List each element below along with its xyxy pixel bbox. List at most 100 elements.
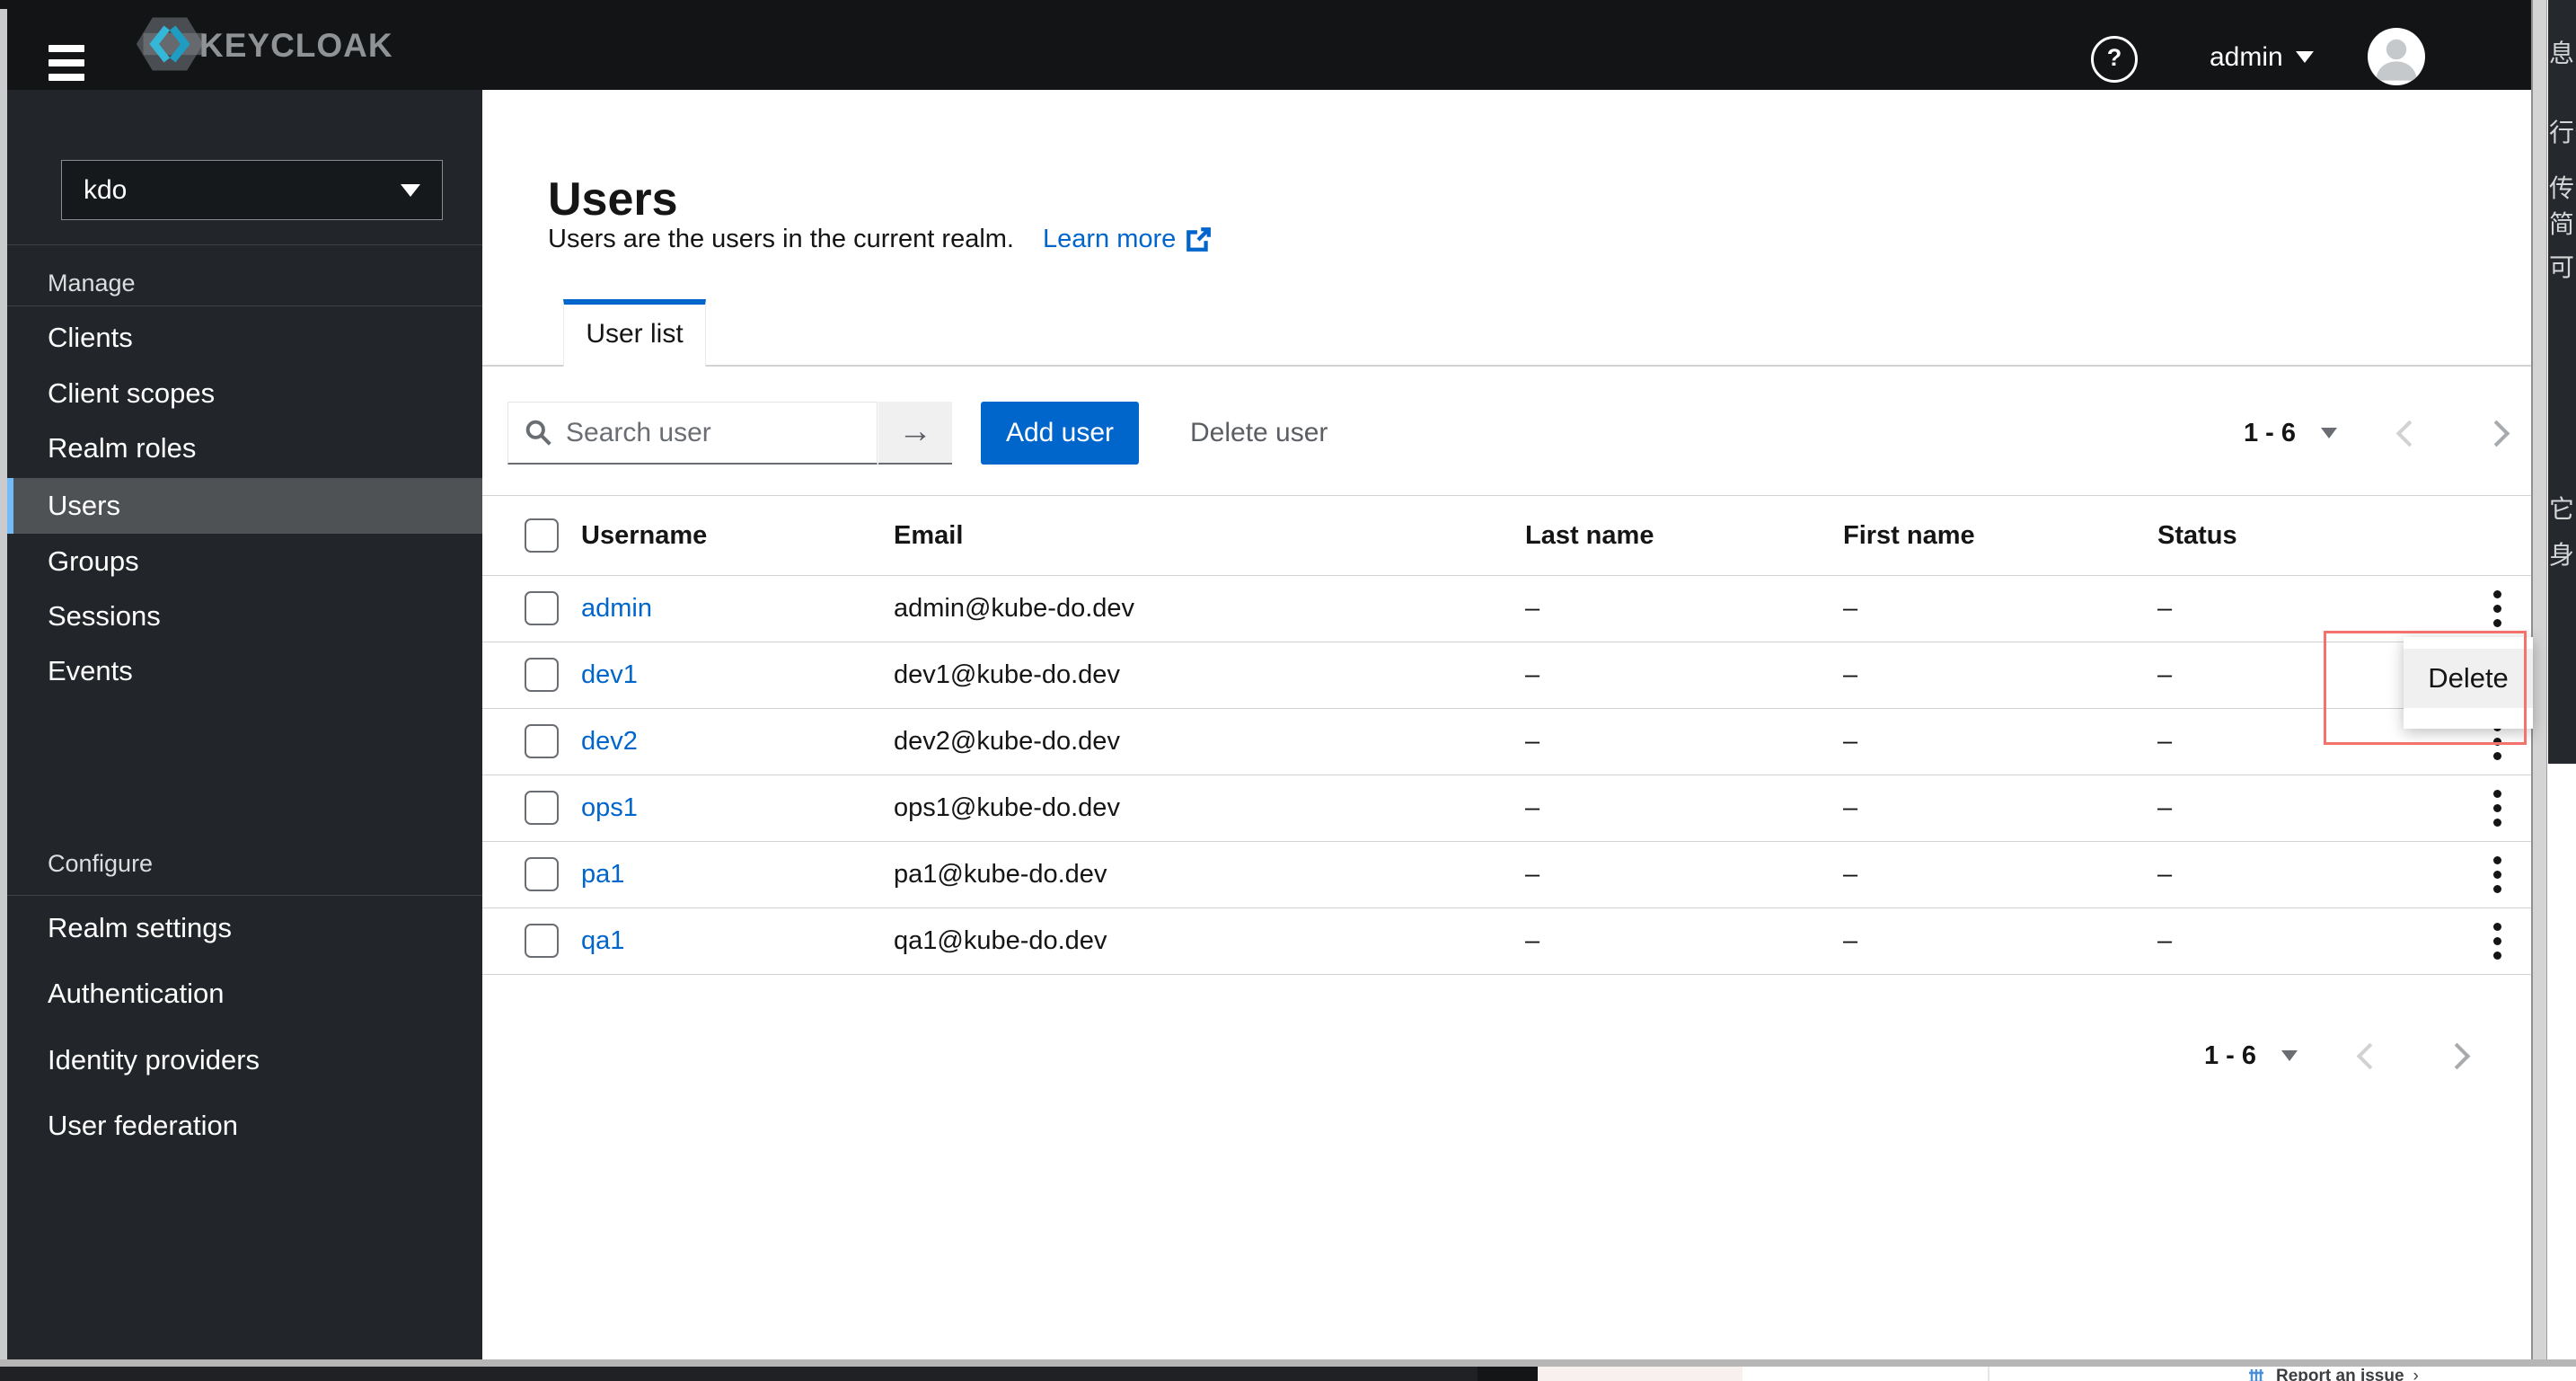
report-an-issue[interactable]: Report an issue › bbox=[2245, 1367, 2419, 1381]
cell-first_name: – bbox=[1843, 727, 1858, 756]
cell-last_name: – bbox=[1525, 594, 1540, 623]
masthead: KEYCLOAK ? admin bbox=[0, 0, 2531, 90]
cell-last_name: – bbox=[1525, 926, 1540, 955]
pagination-bottom: 1 - 6 bbox=[2204, 1024, 2471, 1087]
window-bottom-edge bbox=[0, 1359, 2576, 1367]
pagination-top: 1 - 6 bbox=[2244, 402, 2510, 465]
sidebar-item-authentication[interactable]: Authentication bbox=[7, 966, 482, 1022]
cell-status: – bbox=[2157, 860, 2173, 889]
cell-status: – bbox=[2157, 727, 2173, 756]
sidebar-divider bbox=[7, 305, 482, 306]
keycloak-logo-icon bbox=[135, 15, 205, 77]
search-icon bbox=[525, 420, 551, 446]
row-checkbox[interactable] bbox=[525, 857, 559, 891]
cell-last_name: – bbox=[1525, 793, 1540, 822]
pagination-range[interactable]: 1 - 6 bbox=[2244, 419, 2296, 448]
background-text-line: 的身 bbox=[2548, 541, 2574, 569]
sidebar-item-realm-settings[interactable]: Realm settings bbox=[7, 900, 482, 956]
nav-section-manage: Manage bbox=[48, 270, 136, 297]
pagination-caret-icon[interactable] bbox=[2321, 428, 2337, 438]
username-link[interactable]: qa1 bbox=[581, 908, 624, 974]
current-user-label[interactable]: admin bbox=[2210, 42, 2283, 73]
vertical-scrollbar[interactable] bbox=[2531, 0, 2547, 1359]
taskbar-divider bbox=[1988, 1367, 1989, 1381]
background-text-line: 中简 bbox=[2548, 210, 2574, 238]
row-checkbox[interactable] bbox=[525, 591, 559, 625]
avatar[interactable] bbox=[2368, 28, 2425, 85]
sidebar-item-events[interactable]: Events bbox=[7, 643, 482, 699]
next-page-icon[interactable] bbox=[2483, 420, 2510, 447]
cell-status: – bbox=[2157, 594, 2173, 623]
username-link[interactable]: pa1 bbox=[581, 842, 624, 907]
username-link[interactable]: ops1 bbox=[581, 775, 638, 841]
page-subtitle: Users are the users in the current realm… bbox=[548, 225, 1014, 253]
realm-selector[interactable]: kdo bbox=[61, 160, 443, 220]
users-table: Username Email Last name First name Status a… bbox=[482, 495, 2531, 975]
pagination-range[interactable]: 1 - 6 bbox=[2204, 1041, 2256, 1071]
row-checkbox[interactable] bbox=[525, 724, 559, 758]
bottom-strip: Report an issue › bbox=[0, 1367, 2576, 1381]
keycloak-logo: KEYCLOAK bbox=[135, 17, 393, 72]
delete-user-button[interactable]: Delete user bbox=[1190, 402, 1328, 465]
select-all-checkbox[interactable] bbox=[525, 518, 559, 553]
column-header-first-name: First name bbox=[1843, 521, 1975, 550]
page-title: Users bbox=[548, 173, 678, 226]
cell-last_name: – bbox=[1525, 660, 1540, 689]
help-icon[interactable]: ? bbox=[2091, 36, 2138, 83]
previous-page-icon[interactable] bbox=[2356, 1042, 2384, 1069]
tab-user-list[interactable]: User list bbox=[563, 299, 706, 367]
table-header-row: Username Email Last name First name Status bbox=[482, 495, 2531, 576]
search-submit-button[interactable]: → bbox=[878, 402, 952, 465]
table-row-qa1: qa1 qa1@kube-do.dev – – – bbox=[482, 908, 2531, 975]
taskbar-segment bbox=[0, 1367, 1478, 1381]
main-content: Users Users are the users in the current… bbox=[482, 90, 2533, 1359]
window-left-edge bbox=[0, 9, 7, 1359]
sidebar-item-user-federation[interactable]: User federation bbox=[7, 1098, 482, 1154]
report-issue-chevron-icon: › bbox=[2413, 1367, 2419, 1381]
user-menu-caret-icon[interactable] bbox=[2296, 51, 2314, 63]
sidebar-item-sessions[interactable]: Sessions bbox=[7, 589, 482, 644]
sidebar-item-client-scopes[interactable]: Client scopes bbox=[7, 366, 482, 421]
kebab-menu-icon[interactable] bbox=[2482, 775, 2512, 841]
cell-email: qa1@kube-do.dev bbox=[894, 926, 1107, 955]
realm-name: kdo bbox=[84, 174, 128, 205]
username-link[interactable]: dev1 bbox=[581, 642, 638, 708]
cell-email: dev1@kube-do.dev bbox=[894, 660, 1120, 689]
menu-item-delete[interactable]: Delete bbox=[2404, 649, 2533, 708]
table-row-dev1: dev1 dev1@kube-do.dev – – – bbox=[482, 642, 2531, 709]
cell-status: – bbox=[2157, 926, 2173, 955]
row-checkbox[interactable] bbox=[525, 658, 559, 692]
kebab-menu-icon[interactable] bbox=[2482, 908, 2512, 974]
column-header-last-name: Last name bbox=[1525, 521, 1654, 550]
cell-first_name: – bbox=[1843, 860, 1858, 889]
pagination-caret-icon[interactable] bbox=[2281, 1050, 2298, 1061]
table-row-ops1: ops1 ops1@kube-do.dev – – – bbox=[482, 775, 2531, 842]
background-text-line: 可 bbox=[2548, 253, 2574, 281]
hamburger-menu-icon[interactable] bbox=[49, 45, 84, 83]
cell-status: – bbox=[2157, 660, 2173, 689]
taskbar-segment bbox=[1538, 1367, 1742, 1381]
brand-name: KEYCLOAK bbox=[199, 27, 393, 64]
sidebar-item-realm-roles[interactable]: Realm roles bbox=[7, 420, 482, 476]
search-placeholder: Search user bbox=[566, 417, 711, 447]
row-checkbox[interactable] bbox=[525, 791, 559, 825]
row-checkbox[interactable] bbox=[525, 924, 559, 958]
username-link[interactable]: admin bbox=[581, 576, 652, 642]
background-text-line: 它 bbox=[2548, 495, 2574, 523]
table-row-admin: admin admin@kube-do.dev – – – bbox=[482, 576, 2531, 642]
learn-more-link[interactable]: Learn more bbox=[1043, 225, 1212, 254]
cell-first_name: – bbox=[1843, 594, 1858, 623]
next-page-icon[interactable] bbox=[2443, 1042, 2471, 1069]
username-link[interactable]: dev2 bbox=[581, 709, 638, 775]
cell-status: – bbox=[2157, 793, 2173, 822]
kebab-menu-icon[interactable] bbox=[2482, 842, 2512, 907]
sidebar-item-identity-providers[interactable]: Identity providers bbox=[7, 1032, 482, 1088]
sidebar-item-clients[interactable]: Clients bbox=[7, 310, 482, 366]
sidebar-item-users[interactable]: Users bbox=[7, 478, 482, 534]
previous-page-icon[interactable] bbox=[2395, 420, 2423, 447]
sidebar-item-groups[interactable]: Groups bbox=[7, 534, 482, 589]
kebab-menu-icon[interactable] bbox=[2482, 576, 2512, 642]
cell-first_name: – bbox=[1843, 793, 1858, 822]
add-user-button[interactable]: Add user bbox=[981, 402, 1139, 465]
search-input[interactable]: Search user bbox=[507, 402, 878, 465]
